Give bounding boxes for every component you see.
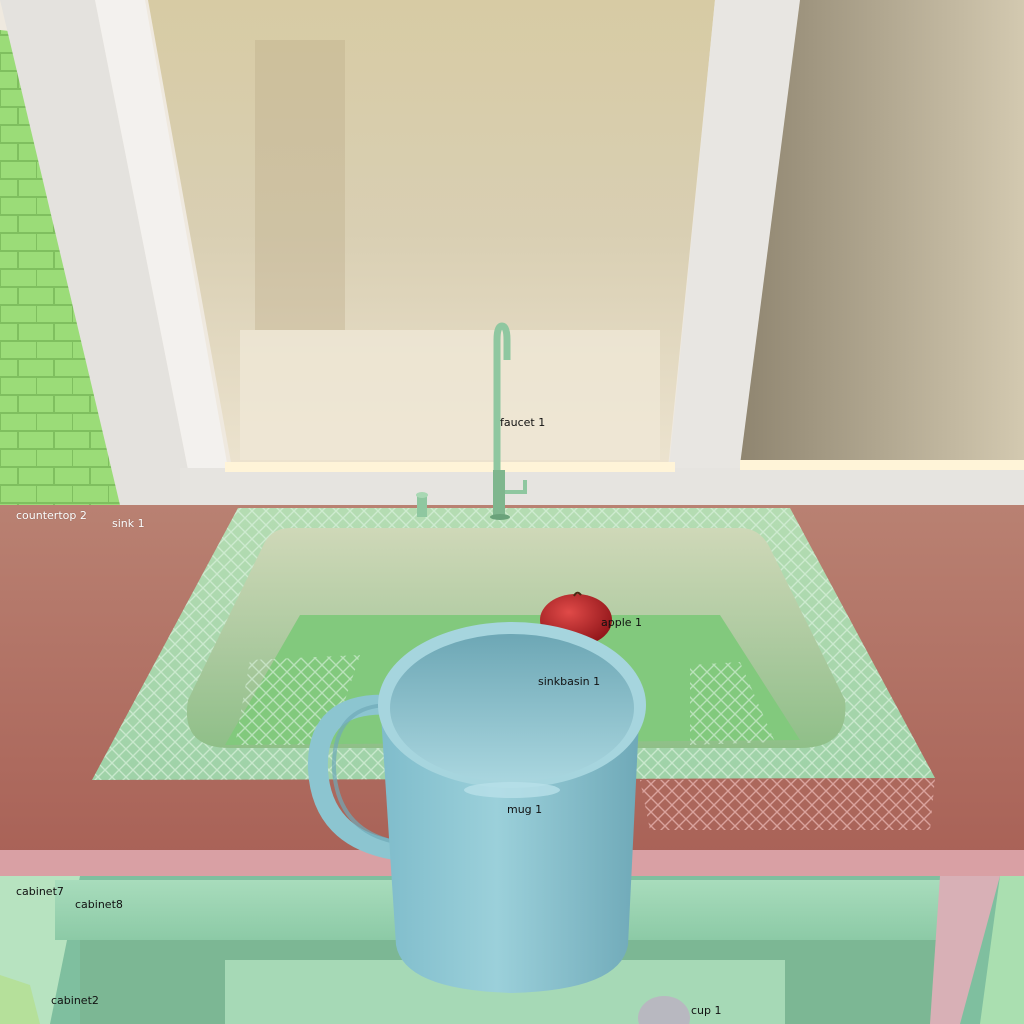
label-cabinet8: cabinet8 [75, 898, 123, 911]
label-sinkbasin: sinkbasin 1 [538, 675, 601, 688]
label-apple: apple 1 [601, 616, 643, 629]
label-faucet: faucet 1 [500, 416, 546, 429]
label-cup: cup 1 [691, 1004, 722, 1017]
scene-render [0, 0, 1024, 1024]
label-cabinet2: cabinet2 [51, 994, 99, 1007]
kitchen-scene-view: faucet 1 countertop 2 sink 1 apple 1 sin… [0, 0, 1024, 1024]
label-sink: sink 1 [112, 517, 145, 530]
label-countertop: countertop 2 [16, 509, 87, 522]
label-cabinet7: cabinet7 [16, 885, 64, 898]
label-mug: mug 1 [507, 803, 543, 816]
window-sill [180, 468, 1024, 508]
soap-dispenser [416, 492, 428, 517]
